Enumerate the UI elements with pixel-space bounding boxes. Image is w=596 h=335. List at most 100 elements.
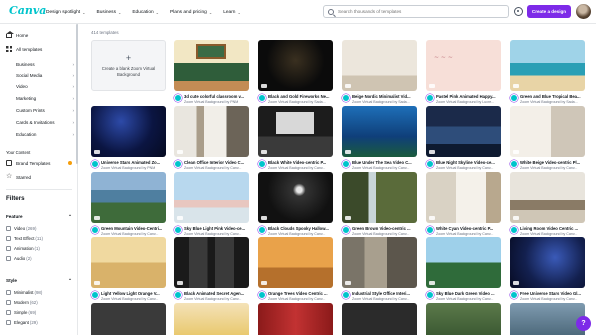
template-card[interactable]: 3d cute colorful classroom v... Zoom Vir… <box>174 40 249 104</box>
create-design-button[interactable]: Create a design <box>527 5 571 18</box>
help-button[interactable]: ? <box>576 316 591 331</box>
checkbox[interactable] <box>6 246 11 251</box>
template-thumbnail[interactable] <box>91 237 166 288</box>
template-card[interactable]: ~ ~ ~ Pastel Pink Animated Happy... Zoom… <box>426 40 501 104</box>
template-card[interactable]: Black Clouds Spooky Hallow... Zoom Virtu… <box>258 172 333 236</box>
template-thumbnail[interactable] <box>91 106 166 157</box>
template-card[interactable]: Blue Night Skyline Video-ce... Zoom Virt… <box>426 106 501 170</box>
sidebar-item-social-media[interactable]: Social Media › <box>16 73 74 78</box>
sidebar-item-custom-prints[interactable]: Custom Prints › <box>16 108 74 113</box>
template-card[interactable]: Sky Blue Dark Green Video ... Zoom Virtu… <box>426 237 501 301</box>
template-thumbnail[interactable] <box>342 40 417 91</box>
filter-option-audio[interactable]: Audio (2) <box>6 256 32 261</box>
template-card[interactable]: Blue Under The Sea Video C... Zoom Virtu… <box>342 106 417 170</box>
template-thumbnail[interactable] <box>510 172 585 223</box>
template-card[interactable]: Free Universe Stars Video Gl... Zoom Vir… <box>510 237 585 301</box>
filter-option-elegant[interactable]: Elegant (29) <box>6 320 38 325</box>
avatar[interactable] <box>576 4 591 19</box>
template-card[interactable]: Light Yellow Light Orange V... Zoom Virt… <box>91 237 166 301</box>
template-thumbnail[interactable] <box>510 106 585 157</box>
template-card[interactable]: Living Room Video Centric ... Zoom Virtu… <box>510 172 585 236</box>
filter-style-header[interactable]: Style ⌃ <box>6 278 72 284</box>
template-card[interactable]: Universe Stars Animated Zo... Zoom Virtu… <box>91 106 166 170</box>
filter-feature-header[interactable]: Feature ⌃ <box>6 214 72 220</box>
template-card[interactable]: Black and Gold Fireworks Ne... Zoom Virt… <box>258 40 333 104</box>
template-card[interactable]: Black Animated Secret Agen... Zoom Virtu… <box>174 237 249 301</box>
sidebar-item-cards-invitations[interactable]: Cards & Invitations › <box>16 120 74 125</box>
template-thumbnail[interactable] <box>174 106 249 157</box>
checkbox[interactable] <box>6 320 11 325</box>
blank-template-thumb[interactable]: + Create a blank Zoom Virtual Background <box>91 40 166 91</box>
gear-icon[interactable] <box>514 7 523 16</box>
template-thumbnail[interactable] <box>258 40 333 91</box>
template-thumbnail[interactable] <box>426 106 501 157</box>
template-thumbnail[interactable] <box>174 237 249 288</box>
template-thumbnail[interactable] <box>258 303 333 335</box>
template-thumbnail[interactable] <box>91 172 166 223</box>
sidebar-item-home[interactable]: Home <box>5 30 74 38</box>
template-thumbnail[interactable] <box>510 40 585 91</box>
sidebar-item-marketing[interactable]: Marketing › <box>16 96 74 101</box>
chevron-right-icon: › <box>72 120 74 125</box>
checkbox[interactable] <box>6 256 11 261</box>
sidebar-item-brand-templates[interactable]: Brand Templates <box>6 160 74 166</box>
template-thumbnail[interactable] <box>174 172 249 223</box>
template-thumbnail[interactable] <box>342 237 417 288</box>
template-thumbnail[interactable]: ~ ~ ~ <box>426 40 501 91</box>
template-card[interactable]: White Cyan Video-centric P... Zoom Virtu… <box>426 172 501 236</box>
template-card[interactable]: Clean Office Interior Video C... Zoom Vi… <box>174 106 249 170</box>
sidebar-scrollbar[interactable] <box>76 24 78 164</box>
template-thumbnail[interactable] <box>510 237 585 288</box>
filter-option-minimalist[interactable]: Minimalist (98) <box>6 290 42 295</box>
filter-option-animation[interactable]: Animation (1) <box>6 246 40 251</box>
search-bar[interactable] <box>323 5 509 18</box>
filter-option-video[interactable]: Video (269) <box>6 226 36 231</box>
template-thumbnail[interactable] <box>426 172 501 223</box>
sidebar-item-video[interactable]: Video › <box>16 84 74 89</box>
filter-option-simple[interactable]: Simple (69) <box>6 310 36 315</box>
checkbox[interactable] <box>6 300 11 305</box>
nav-design-spotlight[interactable]: Design spotlight ⌄ <box>46 10 86 15</box>
sidebar-item-business[interactable]: Business › <box>16 62 74 67</box>
template-card[interactable]: Industrial Style Office Interi... Zoom V… <box>342 237 417 301</box>
nav-learn[interactable]: Learn ⌄ <box>223 10 241 15</box>
creator-avatar <box>426 160 434 168</box>
sidebar-item-education[interactable]: Education › <box>16 132 74 137</box>
sidebar-item-label: Home <box>16 32 29 38</box>
template-thumbnail[interactable] <box>426 303 501 335</box>
template-thumbnail[interactable] <box>174 40 249 91</box>
filter-option-text-effect[interactable]: Text Effect (11) <box>6 236 43 241</box>
template-thumbnail[interactable] <box>258 106 333 157</box>
template-thumbnail[interactable] <box>91 303 166 335</box>
video-badge-icon <box>261 281 267 285</box>
checkbox[interactable] <box>6 310 11 315</box>
template-thumbnail[interactable] <box>174 303 249 335</box>
template-thumbnail[interactable] <box>342 106 417 157</box>
checkbox[interactable] <box>6 236 11 241</box>
template-card[interactable]: White Beige Video-centric Pl... Zoom Vir… <box>510 106 585 170</box>
search-input[interactable] <box>338 9 498 14</box>
checkbox[interactable] <box>6 290 11 295</box>
template-thumbnail[interactable] <box>426 237 501 288</box>
sidebar-item-all-templates[interactable]: All templates <box>6 46 74 52</box>
template-thumbnail[interactable] <box>342 172 417 223</box>
nav-plans-pricing[interactable]: Plans and pricing ⌄ <box>170 10 212 15</box>
canva-logo[interactable]: Canva <box>9 4 46 17</box>
checkbox[interactable] <box>6 226 11 231</box>
template-card[interactable]: Orange Trees Video Centric ... Zoom Virt… <box>258 237 333 301</box>
nav-education[interactable]: Education ⌄ <box>132 10 159 15</box>
template-card[interactable]: Black White Video-centric P... Zoom Virt… <box>258 106 333 170</box>
template-card[interactable]: Beige Nordic Minimalist Vid... Zoom Virt… <box>342 40 417 104</box>
filter-option-modern[interactable]: Modern (62) <box>6 300 38 305</box>
template-thumbnail[interactable] <box>258 172 333 223</box>
template-card[interactable]: Green and Blue Tropical Bea... Zoom Virt… <box>510 40 585 104</box>
template-card[interactable]: Green Brown Video-centric ... Zoom Virtu… <box>342 172 417 236</box>
template-thumbnail[interactable] <box>342 303 417 335</box>
template-card[interactable]: Sky Blue Light Pink Video-ce... Zoom Vir… <box>174 172 249 236</box>
template-thumbnail[interactable] <box>510 303 585 335</box>
nav-business[interactable]: Business ⌄ <box>97 10 122 15</box>
sidebar-item-starred[interactable]: ☆ Starred <box>6 173 74 180</box>
template-thumbnail[interactable] <box>258 237 333 288</box>
template-card[interactable]: Green Mountain Video-Centri... Zoom Virt… <box>91 172 166 236</box>
blank-template-card[interactable]: + Create a blank Zoom Virtual Background <box>91 40 166 91</box>
